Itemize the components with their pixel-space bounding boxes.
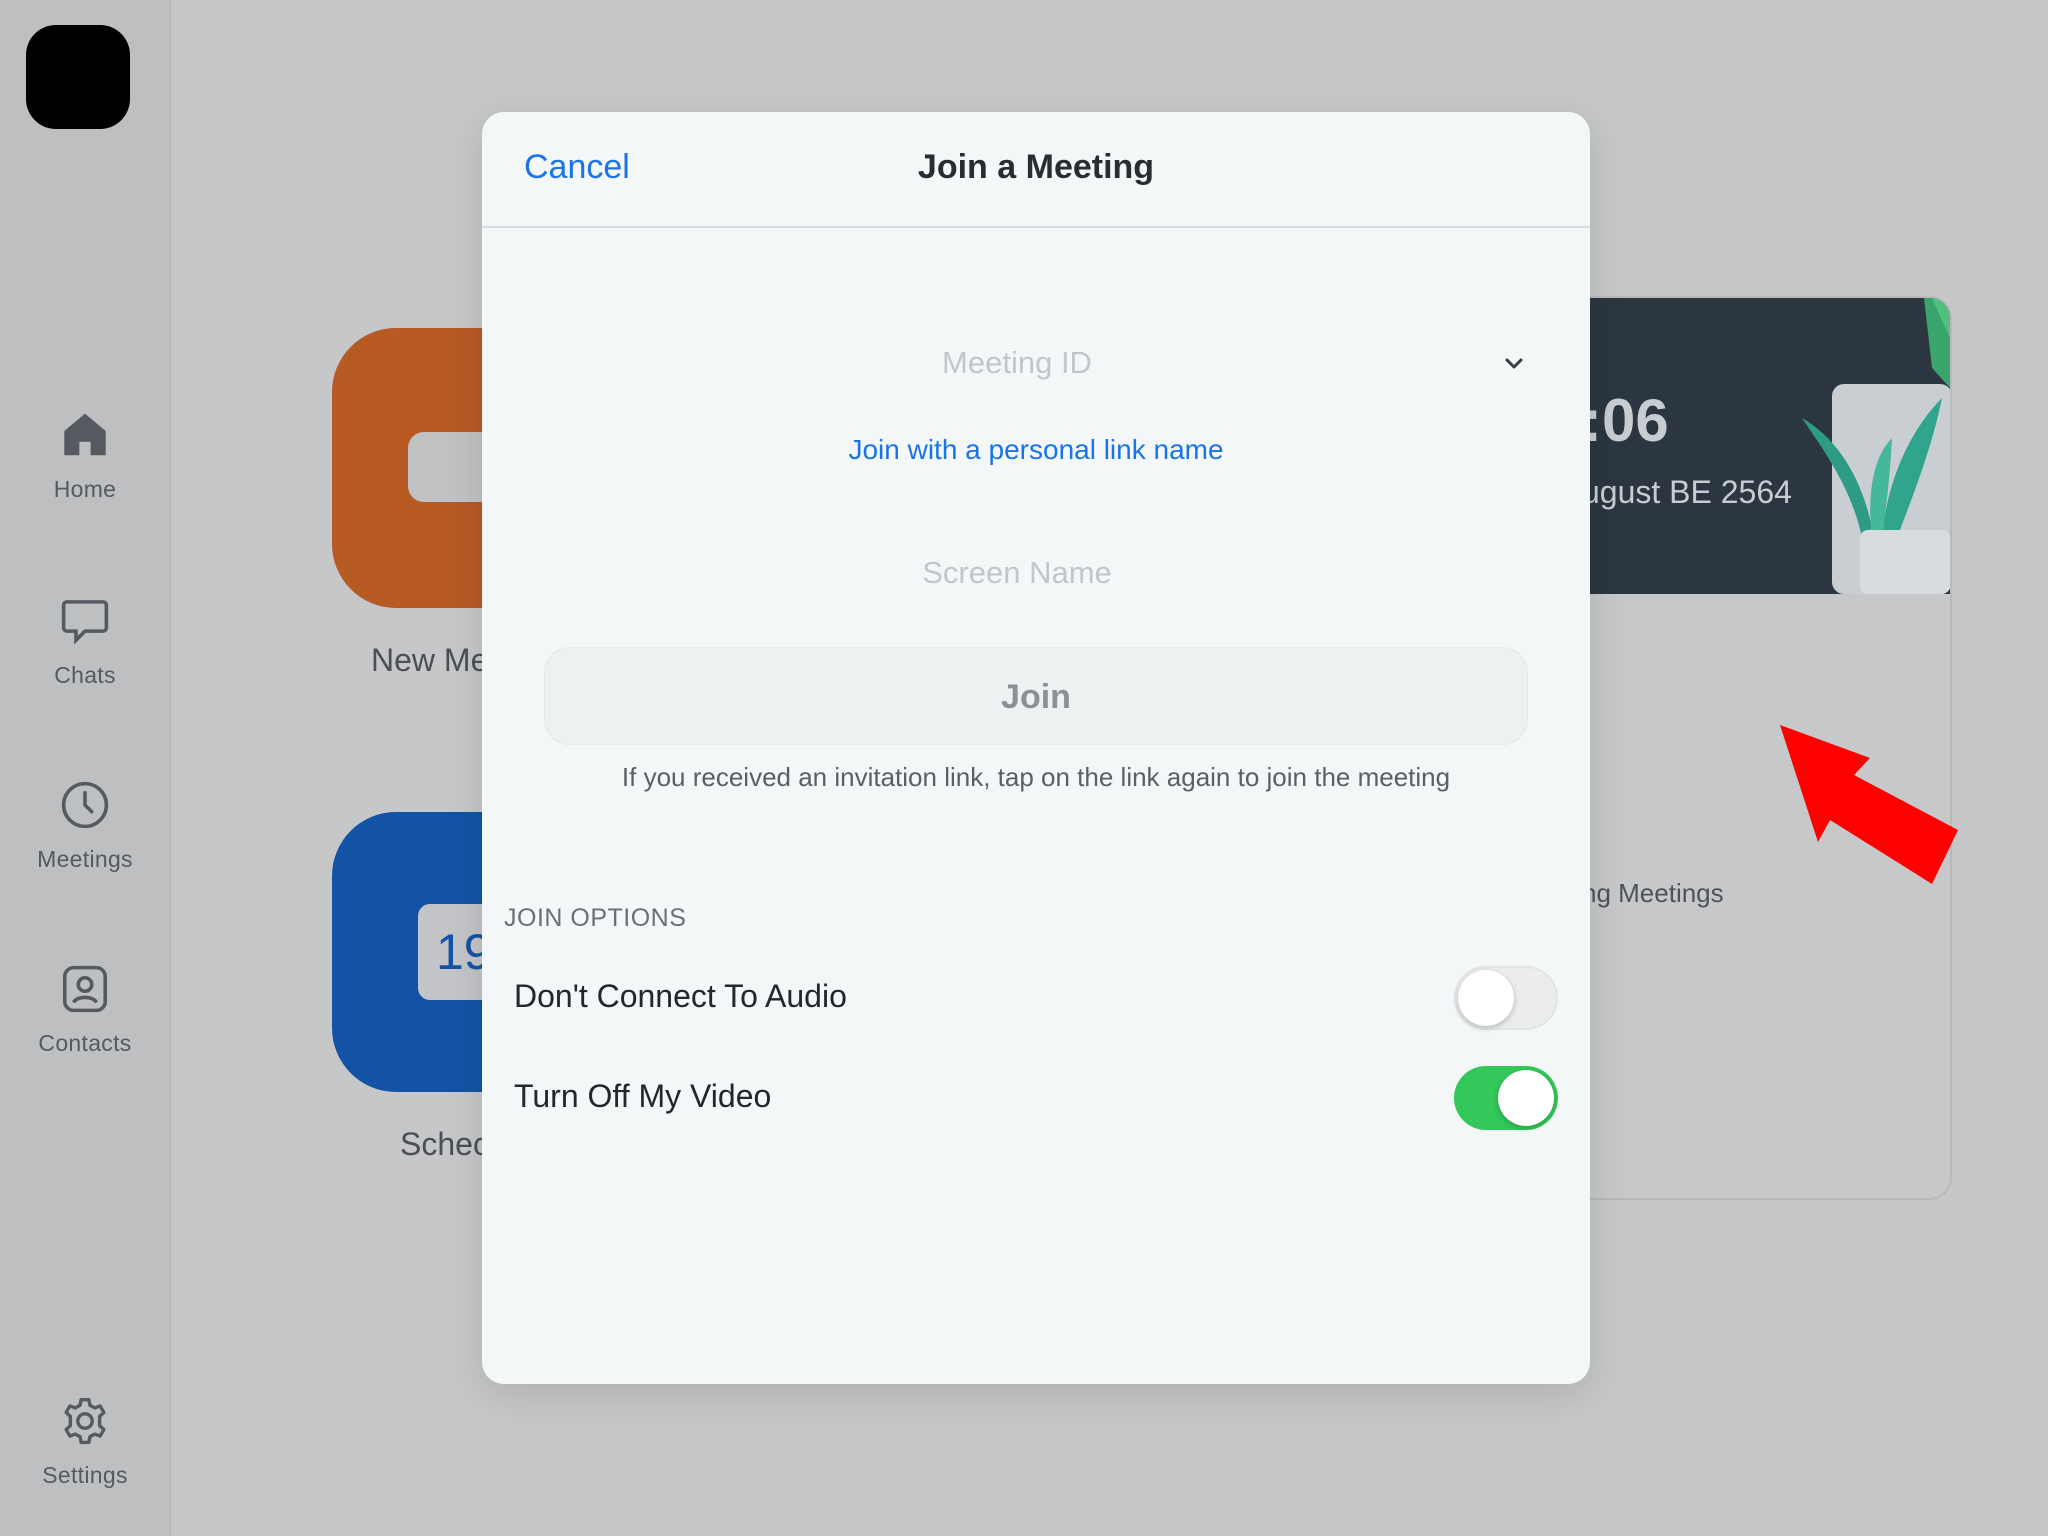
home-icon — [64, 413, 106, 456]
sidebar-item-contacts[interactable]: Contacts — [0, 962, 170, 1057]
join-options-heading: JOIN OPTIONS — [504, 904, 687, 932]
personal-link-button[interactable]: Join with a personal link name — [482, 434, 1590, 466]
screen-name-input[interactable] — [542, 542, 1492, 604]
schedule-label: Schec — [400, 1126, 489, 1162]
toggle-knob — [1458, 970, 1514, 1026]
turn-off-video-toggle[interactable] — [1454, 1066, 1558, 1130]
sidebar-item-label: Contacts — [38, 1030, 132, 1056]
plant-illustration-icon — [1802, 298, 1950, 594]
clock-time: :06 — [1582, 387, 1669, 454]
sidebar-item-settings[interactable]: Settings — [0, 1394, 170, 1489]
clock-icon — [61, 781, 109, 829]
sidebar-item-label: Meetings — [37, 846, 133, 872]
invite-hint-text: If you received an invitation link, tap … — [621, 762, 1451, 792]
contact-card-icon — [62, 965, 108, 1013]
dialog-title: Join a Meeting — [917, 148, 1155, 186]
sidebar-item-home[interactable]: Home — [0, 408, 170, 503]
clock-date: ugust BE 2564 — [1582, 474, 1792, 510]
sidebar-item-label: Settings — [42, 1462, 128, 1488]
option-row-audio: Don't Connect To Audio — [514, 964, 1558, 1034]
chat-bubble-icon — [61, 600, 109, 645]
dont-connect-audio-toggle[interactable] — [1454, 966, 1558, 1030]
chevron-down-icon[interactable] — [1494, 344, 1534, 384]
dialog-header: Cancel Join a Meeting — [482, 112, 1590, 228]
option-row-video: Turn Off My Video — [514, 1064, 1558, 1134]
option-label: Turn Off My Video — [514, 1078, 772, 1114]
sidebar: Home Chats Meetings Contacts Settings — [0, 0, 171, 1536]
toggle-knob — [1498, 1070, 1554, 1126]
annotation-arrow-icon — [1780, 725, 1958, 884]
sidebar-item-label: Home — [53, 476, 117, 502]
meeting-id-input[interactable] — [542, 332, 1492, 394]
sidebar-item-meetings[interactable]: Meetings — [0, 778, 170, 873]
option-label: Don't Connect To Audio — [514, 978, 847, 1014]
sidebar-item-chats[interactable]: Chats — [0, 594, 170, 689]
sidebar-item-label: Chats — [54, 662, 116, 688]
new-meeting-label: New Me — [371, 642, 489, 678]
join-meeting-dialog: Cancel Join a Meeting Join with a person… — [482, 112, 1590, 1384]
app-logo — [26, 25, 130, 129]
upcoming-meetings-label: ng Meetings — [1582, 878, 1724, 908]
gear-icon — [64, 1397, 106, 1445]
join-button[interactable]: Join — [544, 647, 1528, 745]
